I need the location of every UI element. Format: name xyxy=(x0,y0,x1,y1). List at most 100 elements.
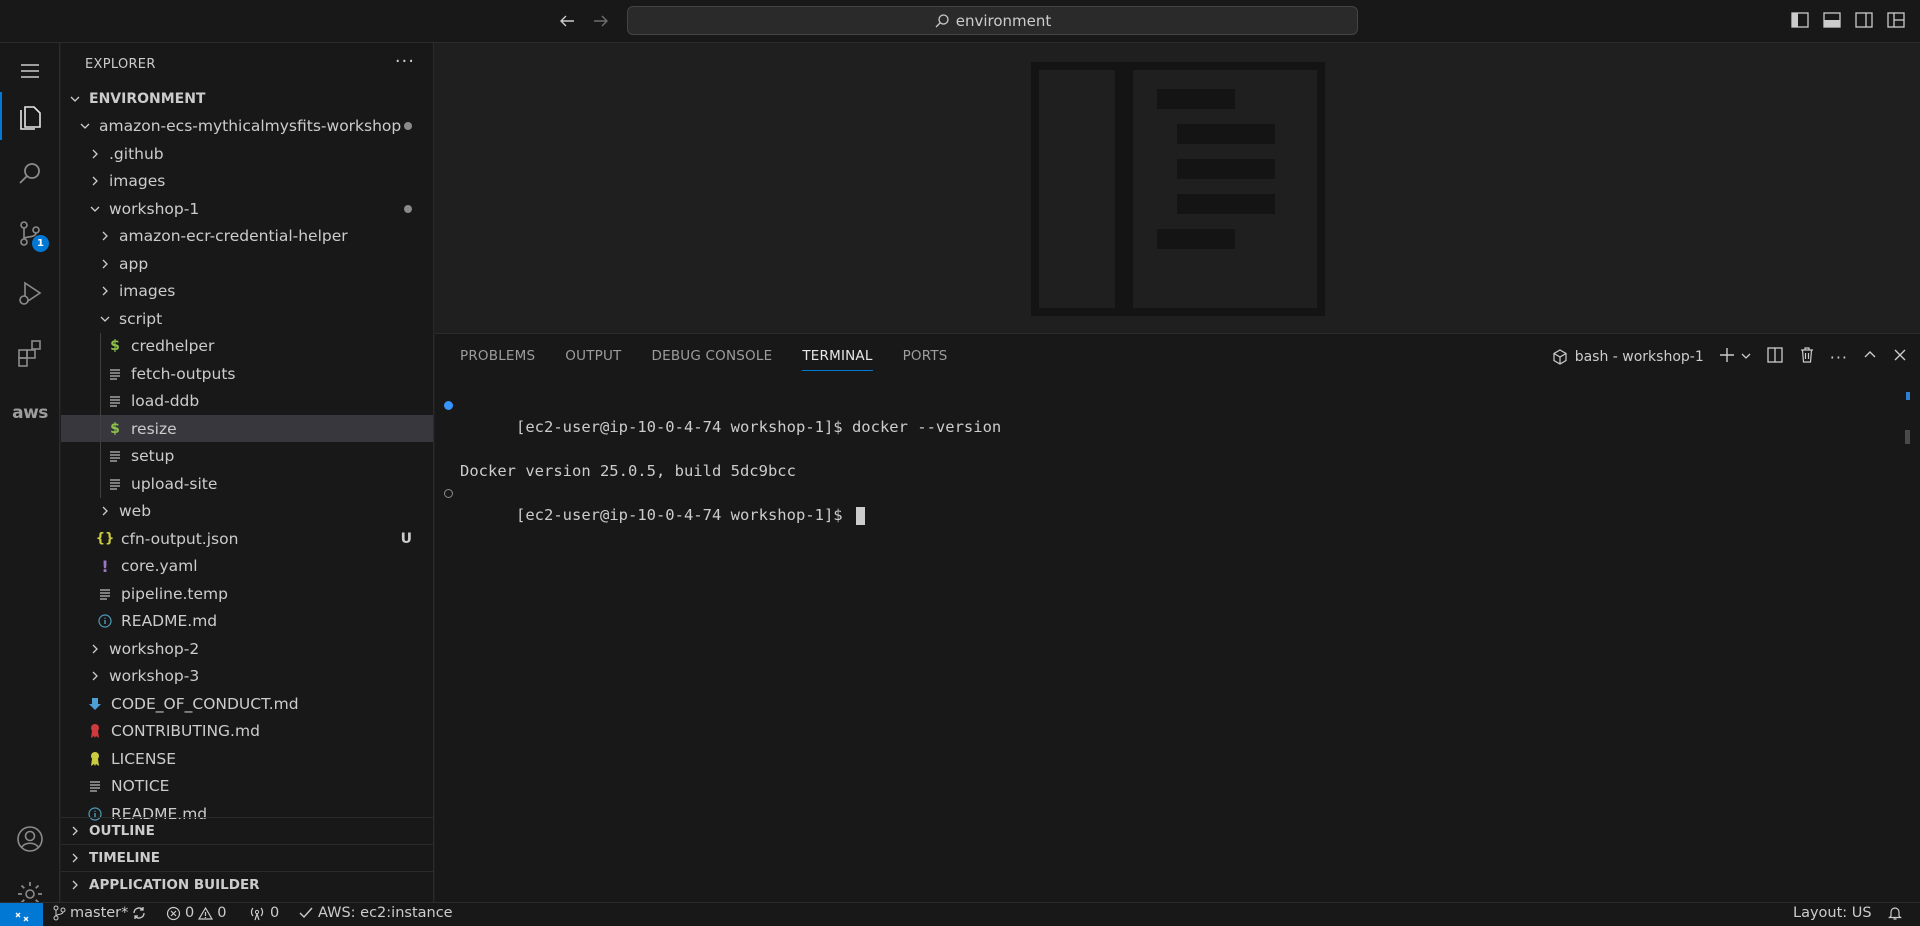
run-debug-icon[interactable] xyxy=(0,265,60,321)
tree-file[interactable]: $ resize xyxy=(61,415,433,442)
sync-icon[interactable] xyxy=(131,905,147,921)
back-arrow-icon[interactable] xyxy=(554,8,580,34)
text-file-icon xyxy=(107,450,123,462)
tree-file[interactable]: fetch-outputs xyxy=(61,360,433,387)
tree-folder[interactable]: script xyxy=(61,305,433,332)
tree-folder[interactable]: workshop-3 xyxy=(61,663,433,690)
notifications-bell-icon[interactable] xyxy=(1887,905,1903,921)
tree-file[interactable]: $ credhelper xyxy=(61,333,433,360)
source-control-icon[interactable]: 1 xyxy=(0,205,60,261)
chevron-right-icon xyxy=(87,643,103,655)
tree-folder[interactable]: amazon-ecs-mythicalmysfits-workshop xyxy=(61,113,433,140)
explorer-sidebar: EXPLORER ··· ENVIRONMENT amazon-ecs-myth… xyxy=(61,43,434,902)
aws-toolkit-icon[interactable]: aws xyxy=(0,385,60,441)
accounts-icon[interactable] xyxy=(0,811,60,867)
timeline-section[interactable]: TIMELINE xyxy=(61,844,433,871)
tree-file[interactable]: CODE_OF_CONDUCT.md xyxy=(61,690,433,717)
chevron-down-icon[interactable] xyxy=(1740,348,1752,366)
status-bar: master* 0 0 0 AWS: ec2:instance Layout: … xyxy=(0,902,1920,926)
tree-folder[interactable]: amazon-ecr-credential-helper xyxy=(61,223,433,250)
tree-file[interactable]: upload-site xyxy=(61,470,433,497)
tree-folder[interactable]: workshop-1 xyxy=(61,195,433,222)
ribbon-icon xyxy=(87,723,103,739)
ports-status[interactable]: 0 xyxy=(248,905,279,921)
toggle-panel-icon[interactable] xyxy=(1822,10,1842,30)
forward-arrow-icon[interactable] xyxy=(588,8,614,34)
chevron-right-icon xyxy=(87,175,103,187)
error-icon xyxy=(166,906,181,920)
broadcast-icon xyxy=(250,907,264,921)
tree-item-label: workshop-1 xyxy=(109,199,200,218)
customize-layout-icon[interactable] xyxy=(1886,10,1906,30)
tree-folder[interactable]: .github xyxy=(61,140,433,167)
more-actions-icon[interactable]: ··· xyxy=(395,51,415,72)
tree-file[interactable]: ! core.yaml xyxy=(61,553,433,580)
chevron-right-icon xyxy=(97,285,113,297)
tree-file[interactable]: CONTRIBUTING.md xyxy=(61,718,433,745)
tree-file[interactable]: pipeline.temp xyxy=(61,580,433,607)
tree-folder[interactable]: workshop-2 xyxy=(61,635,433,662)
tree-item-label: upload-site xyxy=(131,474,218,493)
tree-item-label: NOTICE xyxy=(111,777,170,795)
tab-problems[interactable]: PROBLEMS xyxy=(460,348,535,371)
tree-file[interactable]: setup xyxy=(61,443,433,470)
outline-section[interactable]: OUTLINE xyxy=(61,817,433,844)
timeline-label: TIMELINE xyxy=(89,850,161,866)
terminal-cube-icon xyxy=(1553,349,1567,365)
terminal-name: bash - workshop-1 xyxy=(1574,349,1704,365)
application-builder-section[interactable]: APPLICATION BUILDER xyxy=(61,871,433,898)
more-actions-icon[interactable]: ··· xyxy=(1830,348,1848,367)
tree-folder[interactable]: images xyxy=(61,168,433,195)
tree-file[interactable]: NOTICE xyxy=(61,773,433,800)
tree-folder[interactable]: web xyxy=(61,498,433,525)
tree-file[interactable]: {} cfn-output.json U xyxy=(61,525,433,552)
explorer-files-icon[interactable] xyxy=(0,88,60,144)
new-terminal-plus-icon[interactable] xyxy=(1718,346,1736,368)
tree-folder[interactable]: images xyxy=(61,278,433,305)
chevron-right-icon xyxy=(67,879,83,891)
chevron-right-icon xyxy=(87,670,103,682)
tree-item-label: web xyxy=(119,502,152,520)
toggle-primary-sidebar-icon[interactable] xyxy=(1790,10,1810,30)
check-icon xyxy=(299,907,313,919)
environment-root[interactable]: ENVIRONMENT xyxy=(61,85,433,112)
tab-terminal[interactable]: TERMINAL xyxy=(802,348,873,371)
text-file-icon xyxy=(107,368,123,380)
split-terminal-icon[interactable] xyxy=(1766,346,1784,368)
terminal-output[interactable]: [ec2-user@ip-10-0-4-74 workshop-1]$ dock… xyxy=(444,394,1001,548)
extensions-icon[interactable] xyxy=(0,325,60,381)
tree-item-label: script xyxy=(119,309,163,328)
json-icon: {} xyxy=(95,531,115,546)
branch-status[interactable]: master* xyxy=(52,905,128,921)
close-panel-icon[interactable] xyxy=(1892,347,1908,367)
command-success-decoration[interactable] xyxy=(444,401,453,410)
terminal-scrollbar[interactable] xyxy=(1905,430,1910,444)
activity-bar: 1 aws xyxy=(0,43,60,906)
search-icon[interactable] xyxy=(0,146,60,202)
terminal-selector[interactable]: bash - workshop-1 xyxy=(1551,348,1704,366)
tree-file[interactable]: LICENSE xyxy=(61,745,433,772)
problems-status[interactable]: 0 0 xyxy=(166,905,226,921)
tab-debug-console[interactable]: DEBUG CONSOLE xyxy=(652,348,773,371)
text-file-icon xyxy=(97,588,113,600)
tree-item-label: load-ddb xyxy=(131,392,200,410)
trash-icon[interactable] xyxy=(1798,346,1816,368)
tree-folder[interactable]: app xyxy=(61,250,433,277)
maximize-panel-icon[interactable] xyxy=(1862,347,1878,367)
tree-item-label: CODE_OF_CONDUCT.md xyxy=(111,694,299,713)
tree-item-label: core.yaml xyxy=(121,557,198,575)
remote-indicator[interactable] xyxy=(0,903,43,926)
aws-connection-status[interactable]: AWS: ec2:instance xyxy=(298,905,453,921)
command-pending-decoration[interactable] xyxy=(444,489,453,498)
toggle-secondary-sidebar-icon[interactable] xyxy=(1854,10,1874,30)
editor-area xyxy=(435,43,1920,333)
tree-file[interactable]: README.md xyxy=(61,608,433,635)
command-center-search[interactable]: environment xyxy=(627,6,1358,35)
keyboard-layout-status[interactable]: Layout: US xyxy=(1793,905,1872,921)
git-branch-icon xyxy=(53,905,66,921)
tab-output[interactable]: OUTPUT xyxy=(565,348,621,371)
chevron-down-icon xyxy=(87,203,103,215)
tab-ports[interactable]: PORTS xyxy=(903,348,948,371)
scrollbar-marker xyxy=(1906,392,1910,400)
tree-file[interactable]: load-ddb xyxy=(61,388,433,415)
